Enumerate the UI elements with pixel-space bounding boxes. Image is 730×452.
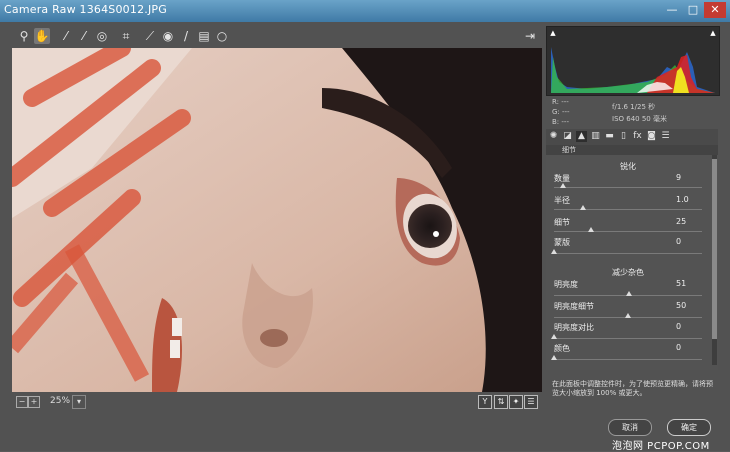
luminance-contrast-slider-thumb[interactable] [551, 334, 557, 339]
detail-slider-thumb[interactable] [588, 227, 594, 232]
camera-calibration-tab-icon[interactable]: ◙ [646, 131, 657, 142]
panel-scrollbar-thumb[interactable] [712, 159, 717, 339]
zoom-dropdown[interactable]: ▾ [72, 395, 86, 409]
watermark: 泡泡网 PCPOP.COM [612, 441, 710, 452]
rgb-g: G: --- [552, 108, 570, 116]
histogram-graph [551, 47, 715, 93]
zoom-out-button[interactable]: − [16, 396, 28, 408]
graduated-filter-icon[interactable]: ▤ [196, 28, 212, 44]
copy-settings-button[interactable]: ✦ [509, 395, 523, 409]
tone-curve-tab-icon[interactable]: ◪ [562, 131, 573, 142]
exif-line-2: ISO 640 50 毫米 [612, 115, 667, 123]
magnifier-icon[interactable]: ⚲ [16, 28, 32, 44]
preview-settings-button[interactable]: ☰ [524, 395, 538, 409]
rgb-b: B: --- [552, 118, 569, 126]
hand-icon[interactable]: ✋ [34, 28, 50, 44]
basic-tab-icon[interactable]: ✺ [548, 131, 559, 142]
before-after-y-button[interactable]: Y [478, 395, 492, 409]
color-label: 颜色 [554, 344, 570, 353]
lens-tab-icon[interactable]: ▯ [618, 131, 629, 142]
straighten-icon[interactable]: ⟋ [142, 28, 158, 44]
window-title: Camera Raw 1364S0012.JPG [4, 3, 167, 16]
luminance-value[interactable]: 51 [676, 279, 702, 288]
amount-slider-thumb[interactable] [560, 183, 566, 188]
radius-label: 半径 [554, 196, 570, 205]
radius-slider[interactable] [554, 209, 702, 210]
detail-tab-icon[interactable]: ▲ [576, 131, 587, 142]
detail-slider[interactable] [554, 231, 702, 232]
detail-label: 细节 [554, 218, 570, 227]
maximize-button[interactable]: □ [684, 2, 702, 18]
detail-value[interactable]: 25 [676, 217, 702, 226]
masking-value[interactable]: 0 [676, 237, 702, 246]
exif-line-1: f/1.6 1/25 秒 [612, 103, 656, 111]
amount-value[interactable]: 9 [676, 173, 702, 182]
target-adjust-icon[interactable]: ◎ [94, 28, 110, 44]
effects-tab-icon[interactable]: fx [632, 131, 643, 142]
masking-label: 蒙版 [554, 238, 570, 247]
camera-info: R: --- G: --- B: --- f/1.6 1/25 秒 ISO 64… [546, 96, 718, 126]
panel-scrollbar[interactable] [712, 155, 717, 365]
sharpen-section-title: 锐化 [620, 162, 636, 171]
presets-tab-icon[interactable]: ☰ [660, 131, 671, 142]
shadow-clip-warning[interactable]: ▲ [549, 29, 557, 37]
eyedropper-icon[interactable]: ⁄ [58, 28, 74, 44]
amount-slider[interactable] [554, 187, 702, 188]
luminance-contrast-slider[interactable] [554, 338, 702, 339]
luminance-contrast-value[interactable]: 0 [676, 322, 702, 331]
masking-slider[interactable] [554, 253, 702, 254]
zoom-level: 25% [50, 396, 71, 406]
swap-settings-button[interactable]: ⇅ [494, 395, 508, 409]
hsl-tab-icon[interactable]: ▥ [590, 131, 601, 142]
portrait-photo [12, 48, 542, 392]
masking-slider-thumb[interactable] [551, 249, 557, 254]
luminance-detail-label: 明亮度细节 [554, 302, 594, 311]
split-toning-tab-icon[interactable]: ▬ [604, 131, 615, 142]
radial-filter-icon[interactable]: ○ [214, 28, 230, 44]
panel-header: 细节 [546, 145, 718, 155]
title-bar: Camera Raw 1364S0012.JPG — □ ✕ [0, 0, 730, 22]
cancel-button[interactable]: 取消 [608, 419, 652, 436]
color-slider-thumb[interactable] [551, 355, 557, 360]
eyedropper-plus-icon[interactable]: ⁄ [76, 28, 92, 44]
highlight-clip-warning[interactable]: ▲ [709, 29, 717, 37]
preview-status-bar: − + 25% ▾ Y ⇅ ✦ ☰ [12, 393, 542, 411]
minimize-button[interactable]: — [662, 2, 682, 18]
tool-bar: ⚲ ✋ ⁄ ⁄ ◎ ⌗ ⟋ ◉ / ▤ ○ ⇥ [12, 26, 542, 48]
brush-icon[interactable]: / [178, 28, 194, 44]
luminance-detail-value[interactable]: 50 [676, 301, 702, 310]
radius-value[interactable]: 1.0 [676, 195, 702, 204]
crop-icon[interactable]: ⌗ [118, 28, 134, 44]
image-preview[interactable] [12, 48, 542, 392]
luminance-contrast-label: 明亮度对比 [554, 323, 594, 332]
zoom-in-button[interactable]: + [28, 396, 40, 408]
detail-panel: 细节 锐化 数量 9 半径 1.0 细节 25 蒙版 0 减少杂色 明亮度 51… [546, 145, 718, 370]
redeye-icon[interactable]: ◉ [160, 28, 176, 44]
panel-title: 细节 [562, 146, 576, 154]
ok-button[interactable]: 确定 [667, 419, 711, 436]
noise-section-title: 减少杂色 [612, 268, 644, 277]
luminance-label: 明亮度 [554, 280, 578, 289]
luminance-slider-thumb[interactable] [626, 291, 632, 296]
color-slider[interactable] [554, 359, 702, 360]
open-preferences-icon[interactable]: ⇥ [522, 28, 538, 44]
luminance-detail-slider-thumb[interactable] [625, 313, 631, 318]
rgb-r: R: --- [552, 98, 569, 106]
panel-tabs: ✺ ◪ ▲ ▥ ▬ ▯ fx ◙ ☰ [546, 129, 718, 145]
histogram: ▲ ▲ [546, 26, 720, 96]
color-value[interactable]: 0 [676, 343, 702, 352]
close-button[interactable]: ✕ [704, 2, 726, 18]
zoom-hint-text: 在此面板中调整控件时，为了使预览更精确，请将预览大小缩放到 100% 或更大。 [552, 380, 713, 397]
radius-slider-thumb[interactable] [580, 205, 586, 210]
